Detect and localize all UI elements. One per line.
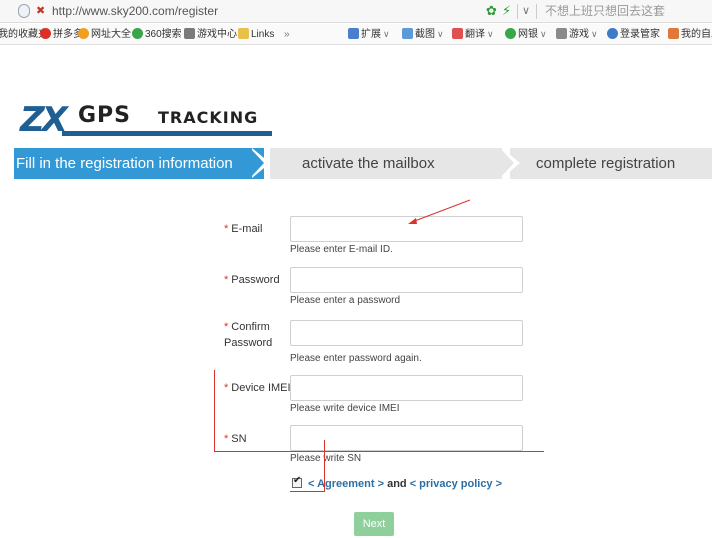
site-info-icon[interactable]: ✖ xyxy=(36,6,45,17)
imei-field[interactable] xyxy=(290,375,523,401)
logo-tracking: TRACKING xyxy=(158,108,259,127)
reload-icon[interactable]: ✿ xyxy=(486,3,497,19)
toolbar-login-manager[interactable]: 登录管家 xyxy=(607,27,660,42)
toolbar-self-service[interactable]: 我的自助 xyxy=(668,27,712,42)
required-mark: * xyxy=(224,321,229,333)
imei-label: * Device IMEI xyxy=(224,382,291,394)
tv-icon xyxy=(668,28,679,39)
registration-steps: Fill in the registration information act… xyxy=(14,148,712,179)
step-fill-info: Fill in the registration information xyxy=(14,148,264,179)
email-label: * E-mail xyxy=(224,223,263,235)
pinduoduo-icon xyxy=(40,28,51,39)
sn-hint: Please write SN xyxy=(290,453,362,464)
step-arrow xyxy=(500,148,514,178)
bank-icon xyxy=(505,28,516,39)
toolbar-screenshot[interactable]: 截图 ∨ xyxy=(402,27,444,42)
divider xyxy=(517,4,518,19)
annotation-line xyxy=(214,451,544,452)
site-logo[interactable]: ZX GPS TRACKING xyxy=(18,100,278,140)
chevron-down-icon: ∨ xyxy=(437,29,444,39)
speed-mode-icon[interactable]: ⚡ xyxy=(502,3,511,19)
search-360-icon xyxy=(132,28,143,39)
search-icon xyxy=(607,28,618,39)
toolbar-games[interactable]: 游戏 ∨ xyxy=(556,27,598,42)
logo-mark: ZX xyxy=(20,100,68,140)
folder-icon xyxy=(238,28,249,39)
chevron-down-icon: ∨ xyxy=(487,29,494,39)
password-field[interactable] xyxy=(290,267,523,293)
and-text: and xyxy=(387,478,407,490)
required-mark: * xyxy=(224,274,229,286)
chevron-down-icon: ∨ xyxy=(591,29,598,39)
annotation-arrow-icon xyxy=(408,199,471,224)
agreement-checkbox[interactable]: ✔ xyxy=(292,475,302,488)
step-complete-registration: complete registration xyxy=(510,148,712,179)
logo-gps: GPS xyxy=(78,103,132,128)
password-hint: Please enter a password xyxy=(290,295,401,306)
divider xyxy=(536,4,537,19)
toolbar-translate[interactable]: 翻译 ∨ xyxy=(452,27,494,42)
favorite-item[interactable]: 游戏中心 xyxy=(184,27,237,42)
grid-icon xyxy=(348,28,359,39)
gamepad-icon xyxy=(184,28,195,39)
password-label: * Password xyxy=(224,274,280,286)
check-icon: ✔ xyxy=(293,475,302,486)
favorites-bar: 我的收藏夹 拼多多 网址大全 360搜索 游戏中心 Links » 扩展 ∨ 截图… xyxy=(0,24,712,45)
url-field[interactable]: http://www.sky200.com/register xyxy=(52,3,218,19)
confirm-password-field[interactable] xyxy=(290,320,523,346)
imei-hint: Please write device IMEI xyxy=(290,403,400,414)
toolbar-banking[interactable]: 网银 ∨ xyxy=(505,27,547,42)
agreement-link[interactable]: < Agreement > xyxy=(308,478,384,490)
step-active-arrow xyxy=(250,148,264,178)
search-box[interactable]: 不想上班只想回去这套 xyxy=(545,3,665,19)
email-hint: Please enter E-mail ID. xyxy=(290,244,393,255)
site-icon xyxy=(78,28,89,39)
required-mark: * xyxy=(224,382,229,394)
gamepad-icon xyxy=(556,28,567,39)
chevron-down-icon: ∨ xyxy=(540,29,547,39)
more-favorites-button[interactable]: » xyxy=(284,27,290,42)
required-mark: * xyxy=(224,433,229,445)
confirm-password-hint: Please enter password again. xyxy=(290,353,422,364)
confirm-password-label: * Confirm xyxy=(224,321,270,333)
annotation-line xyxy=(290,491,325,492)
chevron-down-icon: ∨ xyxy=(383,29,390,39)
annotation-line xyxy=(324,440,325,492)
favorite-item[interactable]: 360搜索 xyxy=(132,27,182,42)
required-mark: * xyxy=(224,223,229,235)
favorite-item[interactable]: 网址大全 xyxy=(78,27,131,42)
step-activate-mailbox: activate the mailbox xyxy=(270,148,502,179)
confirm-password-label-line2: Password xyxy=(224,337,273,349)
translate-icon xyxy=(452,28,463,39)
privacy-policy-link[interactable]: < privacy policy > xyxy=(410,478,502,490)
annotation-line xyxy=(214,370,215,452)
sn-label: * SN xyxy=(224,433,247,445)
favorite-item[interactable]: 拼多多 xyxy=(40,27,83,42)
logo-underline xyxy=(62,131,272,136)
chevron-down-icon[interactable]: ∨ xyxy=(522,3,530,19)
favorite-item[interactable]: Links xyxy=(238,27,274,42)
scissors-icon xyxy=(402,28,413,39)
browser-address-bar: ✖ http://www.sky200.com/register ✿ ⚡ ∨ 不… xyxy=(0,0,712,23)
next-button[interactable]: Next xyxy=(354,512,394,536)
page-icon xyxy=(18,4,30,18)
toolbar-extensions[interactable]: 扩展 ∨ xyxy=(348,27,390,42)
